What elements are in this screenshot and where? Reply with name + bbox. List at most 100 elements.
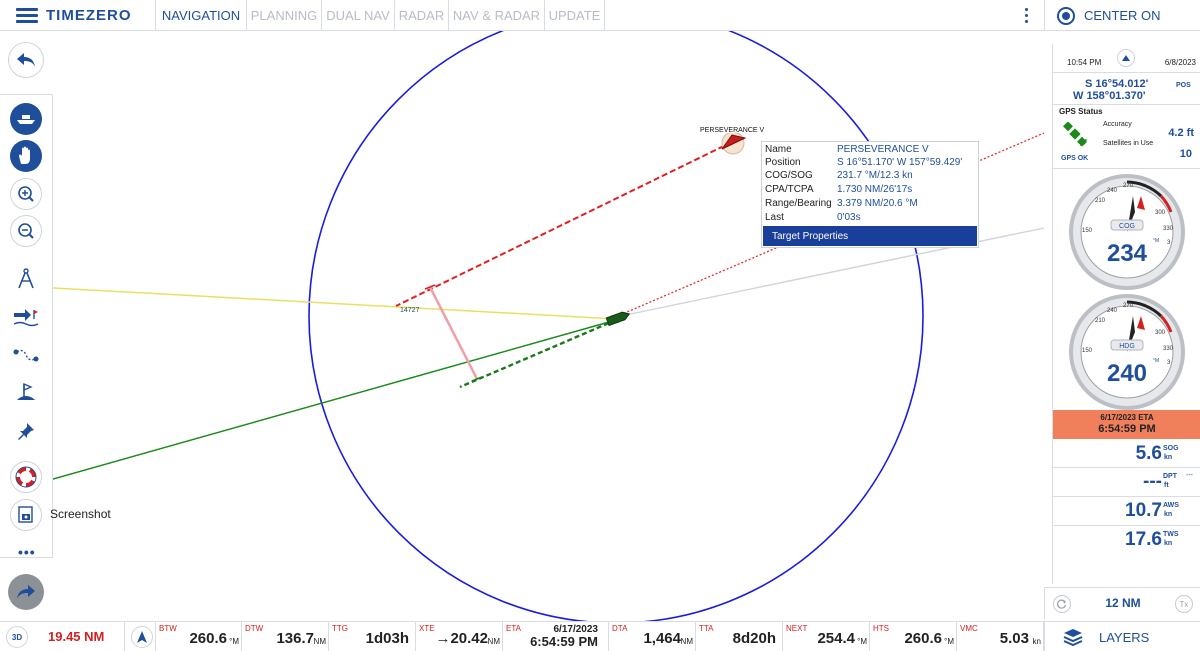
sog-label: SOG <box>1163 445 1179 452</box>
tab-dual-nav[interactable]: DUAL NAV <box>322 0 395 31</box>
gauge-tick: 270 <box>1123 303 1134 309</box>
eta-cell-time: 6:54:59 PM <box>530 634 598 649</box>
pan-tool[interactable] <box>10 140 42 172</box>
popup-value: 3.379 NM/20.6 °M <box>837 198 918 209</box>
position-longitude: W 158°01.370' <box>1073 90 1146 102</box>
popup-value: 231.7 °M/12.3 kn <box>837 170 913 181</box>
tx-button[interactable]: Tx <box>1175 595 1193 613</box>
dta-value: 1,464 <box>643 630 681 647</box>
xte-value: →20.42 <box>435 630 488 647</box>
target-properties-button[interactable]: Target Properties <box>763 226 977 246</box>
undo-arrow-icon <box>17 53 35 67</box>
mob-tool[interactable] <box>10 461 42 493</box>
gauge-tick: 240 <box>1107 308 1118 314</box>
ttg-value: 1d03h <box>365 630 409 647</box>
brand: TIMEZERO <box>0 0 156 31</box>
popup-value: 1.730 NM/26'17s <box>837 184 913 195</box>
zoom-in-icon <box>18 186 34 202</box>
back-button[interactable] <box>8 42 44 78</box>
popup-row-cog-sog: COG/SOG 231.7 °M/12.3 kn <box>765 170 913 183</box>
next-cell[interactable]: NEXT 254.4 °M <box>783 622 870 651</box>
mark-tool[interactable] <box>10 377 42 409</box>
pin-icon <box>18 423 34 440</box>
top-bar: TIMEZERO NAVIGATION PLANNING DUAL NAV RA… <box>0 0 1200 31</box>
tta-cell[interactable]: TTA 8d20h <box>696 622 783 651</box>
btw-unit: °M <box>229 637 239 646</box>
center-on-icon <box>1057 6 1075 25</box>
satellite-icon <box>1063 122 1087 147</box>
dta-cell[interactable]: DTA 1,464 NM <box>609 622 696 651</box>
own-ship-vector <box>459 318 617 389</box>
ais-target-icon[interactable] <box>721 131 747 155</box>
tab-update[interactable]: UPDATE <box>545 0 605 31</box>
popup-value: PERSEVERANCE V <box>837 144 929 155</box>
own-ship-tool[interactable] <box>10 103 42 135</box>
vmc-cell[interactable]: VMC 5.03 kn <box>957 622 1044 651</box>
route-tool[interactable] <box>10 339 42 371</box>
own-ship-icon[interactable] <box>605 310 631 327</box>
layers-button[interactable]: LAYERS <box>1044 622 1200 651</box>
popup-key: Position <box>765 157 801 168</box>
cog-gauge: 210 150 240 270 300 330 3 COG °M <box>1069 174 1185 290</box>
popup-value: S 16°51.170' W 157°59.429' <box>837 157 963 168</box>
route-leg-yellow <box>0 284 617 320</box>
next-value: 254.4 <box>817 630 855 647</box>
gauge-tick: 270 <box>1123 183 1134 189</box>
vmc-label: VMC <box>960 624 978 633</box>
screenshot-tool[interactable] <box>10 499 42 531</box>
tab-radar[interactable]: RADAR <box>395 0 449 31</box>
popup-key: Last <box>765 212 784 223</box>
divider <box>1053 496 1200 497</box>
gps-accuracy-label: Accuracy <box>1103 121 1132 128</box>
more-options-icon[interactable] <box>1014 4 1038 26</box>
tab-planning[interactable]: PLANNING <box>247 0 322 31</box>
ship-icon <box>17 115 35 124</box>
popup-key: CPA/TCPA <box>765 184 814 195</box>
collapse-panel-button[interactable] <box>1117 49 1135 67</box>
pin-tool[interactable] <box>10 415 42 447</box>
popup-row-position: Position S 16°51.170' W 157°59.429' <box>765 157 962 170</box>
zoom-out-icon <box>18 223 34 239</box>
ttg-cell[interactable]: TTG 1d03h <box>329 622 416 651</box>
divider <box>1053 168 1200 169</box>
menu-icon[interactable] <box>16 7 38 24</box>
triangle-up-icon <box>1122 55 1130 61</box>
goto-button[interactable] <box>8 574 44 610</box>
popup-row-range-bearing: Range/Bearing 3.379 NM/20.6 °M <box>765 198 918 211</box>
dtw-cell[interactable]: DTW 136.7 NM <box>242 622 329 651</box>
hdg-value: 240 <box>1106 360 1148 387</box>
route-leg-green <box>0 319 617 495</box>
nautical-chart[interactable]: 14727 PERSEVERANCE V <box>0 31 1044 621</box>
tab-nav-radar[interactable]: NAV & RADAR <box>449 0 545 31</box>
btw-value: 260.6 <box>189 630 227 647</box>
zoom-out-tool[interactable] <box>10 215 42 247</box>
tta-label: TTA <box>699 624 714 633</box>
popup-row-name: Name PERSEVERANCE V <box>765 144 929 157</box>
bottom-data-bar: 3D 19.45 NM BTW 260.6 °M DTW 136.7 NM TT… <box>0 621 1200 651</box>
zoom-in-tool[interactable] <box>10 178 42 210</box>
center-on-label: CENTER ON <box>1084 8 1161 23</box>
btw-cell[interactable]: BTW 260.6 °M <box>155 622 242 651</box>
cog-value: 234 <box>1106 240 1148 267</box>
divider <box>1053 104 1200 105</box>
view-3d-button[interactable]: 3D <box>6 626 28 648</box>
gauge-tick: 240 <box>1107 188 1118 194</box>
eta-time: 6:54:59 PM <box>1098 423 1156 435</box>
navigation-mode-button[interactable] <box>131 626 153 648</box>
center-on-button[interactable]: CENTER ON <box>1044 0 1200 31</box>
compass-tool[interactable] <box>10 263 42 295</box>
gps-accuracy-value: 4.2 ft <box>1168 127 1194 139</box>
compass-icon <box>18 268 34 289</box>
route-mark-tool[interactable] <box>10 301 42 333</box>
distance-cell: 3D 19.45 NM <box>0 622 125 651</box>
eta-cell[interactable]: ETA 6/17/2023 6:54:59 PM <box>503 622 609 651</box>
popup-key: Name <box>765 144 792 155</box>
more-tools-button[interactable]: ••• <box>18 544 36 560</box>
tab-navigation[interactable]: NAVIGATION <box>156 0 247 31</box>
next-label: NEXT <box>786 624 808 633</box>
xte-cell[interactable]: XTE →20.42 NM <box>416 622 503 651</box>
dta-unit: NM <box>680 637 693 646</box>
tws-unit: kn <box>1164 540 1173 547</box>
target-info-popup: Name PERSEVERANCE V Position S 16°51.170… <box>761 141 979 248</box>
hts-cell[interactable]: HTS 260.6 °M <box>870 622 957 651</box>
